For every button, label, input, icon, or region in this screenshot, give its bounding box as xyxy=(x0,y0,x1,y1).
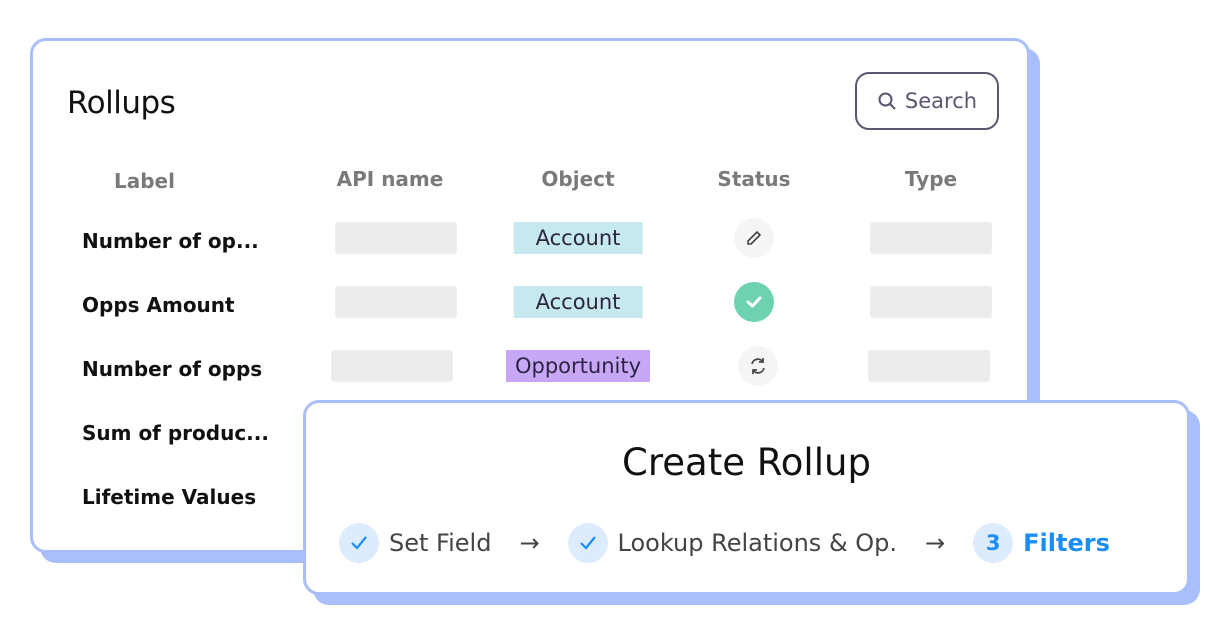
row-label[interactable]: Lifetime Values xyxy=(82,485,256,509)
api-name-placeholder xyxy=(335,286,457,318)
edit-status-button[interactable] xyxy=(734,218,774,258)
syncing-status xyxy=(738,346,778,386)
step-lookup-relations[interactable]: Lookup Relations & Op. xyxy=(618,529,898,557)
search-icon xyxy=(878,92,896,110)
type-placeholder xyxy=(870,286,992,318)
search-button[interactable]: Search xyxy=(855,72,999,130)
column-header-status: Status xyxy=(717,167,791,191)
arrow-right-icon: → xyxy=(519,529,540,557)
check-icon xyxy=(746,296,762,308)
step-number: 3 xyxy=(973,523,1014,563)
refresh-icon xyxy=(751,358,765,374)
object-badge: Account xyxy=(513,222,643,254)
column-header-type: Type xyxy=(904,167,958,191)
row-label[interactable]: Opps Amount xyxy=(82,293,235,317)
type-placeholder xyxy=(870,222,992,254)
column-header-api-name: API name xyxy=(336,167,444,191)
step-filters[interactable]: Filters xyxy=(1023,529,1110,557)
api-name-placeholder xyxy=(331,350,453,382)
row-label[interactable]: Number of op... xyxy=(82,229,259,253)
create-rollup-dialog: Create Rollup Set Field → Lookup Relatio… xyxy=(303,400,1190,595)
object-badge: Account xyxy=(513,286,643,318)
page-title: Rollups xyxy=(67,85,176,121)
api-name-placeholder xyxy=(335,222,457,254)
pencil-icon xyxy=(747,231,761,245)
arrow-right-icon: → xyxy=(925,529,946,557)
row-label[interactable]: Number of opps xyxy=(82,357,262,381)
dialog-title: Create Rollup xyxy=(622,441,871,484)
object-badge: Opportunity xyxy=(505,350,651,382)
success-status xyxy=(734,282,774,322)
type-placeholder xyxy=(868,350,990,382)
column-header-object: Object xyxy=(541,167,615,191)
search-label: Search xyxy=(904,89,978,113)
column-header-label: Label xyxy=(114,169,175,193)
step-set-field[interactable]: Set Field xyxy=(389,529,491,557)
check-icon xyxy=(567,523,608,563)
stepper: Set Field → Lookup Relations & Op. → 3 F… xyxy=(339,523,1110,563)
check-icon xyxy=(339,523,379,563)
row-label[interactable]: Sum of produc... xyxy=(82,421,269,445)
